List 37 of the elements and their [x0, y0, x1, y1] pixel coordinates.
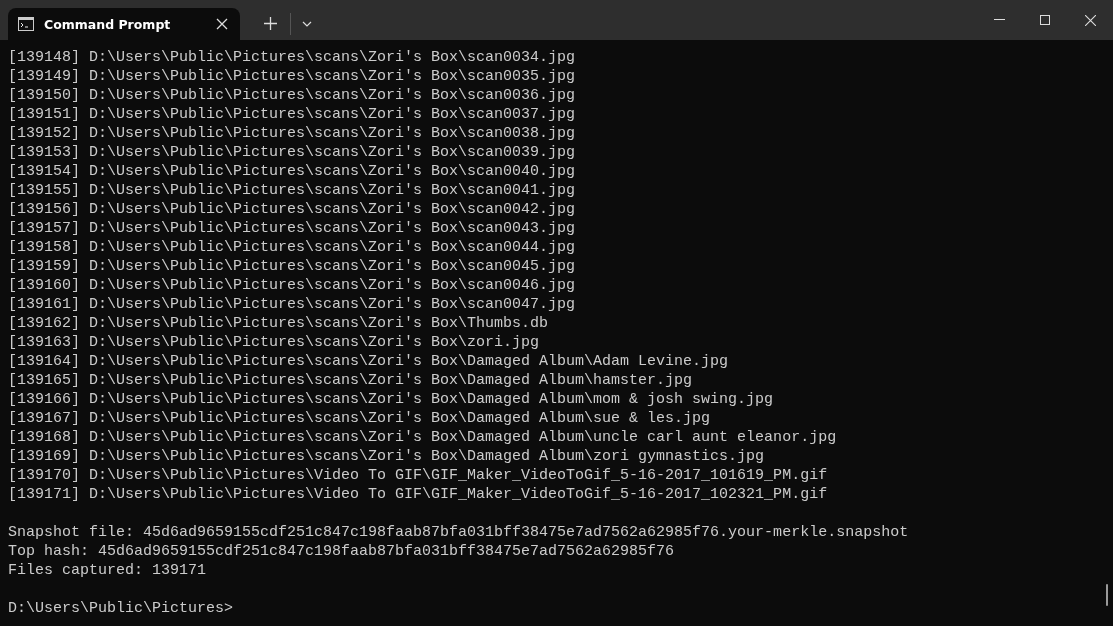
output-line: Files captured: 139171	[8, 561, 207, 580]
close-tab-icon[interactable]	[216, 18, 228, 30]
scrollbar-thumb[interactable]	[1106, 584, 1108, 606]
output-line: [139159] D:\Users\Public\Pictures\scans\Zori's Box\scan0045.jpg	[8, 257, 576, 276]
command-prompt: D:\Users\Public\Pictures>	[8, 599, 234, 618]
output-line: [139170] D:\Users\Public\Pictures\Video To GIF\GIF_Maker_VideoToGif_5-16-2017_101619_PM.gif	[8, 466, 828, 485]
close-icon[interactable]	[1085, 15, 1096, 26]
output-line: [139156] D:\Users\Public\Pictures\scans\Zori's Box\scan0042.jpg	[8, 200, 576, 219]
command-prompt-icon	[18, 17, 34, 31]
output-line: [139166] D:\Users\Public\Pictures\scans\Zori's Box\Damaged Album\mom & josh swing.jpg	[8, 390, 774, 409]
maximize-icon[interactable]	[1040, 15, 1050, 25]
output-line: [139162] D:\Users\Public\Pictures\scans\Zori's Box\Thumbs.db	[8, 314, 549, 333]
output-line: [139155] D:\Users\Public\Pictures\scans\Zori's Box\scan0041.jpg	[8, 181, 576, 200]
output-line: [139150] D:\Users\Public\Pictures\scans\Zori's Box\scan0036.jpg	[8, 86, 576, 105]
dropdown-icon[interactable]	[302, 21, 312, 27]
output-line: [139171] D:\Users\Public\Pictures\Video To GIF\GIF_Maker_VideoToGif_5-16-2017_102321_PM.gif	[8, 485, 828, 504]
output-line: [139165] D:\Users\Public\Pictures\scans\Zori's Box\Damaged Album\hamster.jpg	[8, 371, 693, 390]
output-line: Top hash: 45d6ad9659155cdf251c847c198faab87bfa031bff38475e7ad7562a62985f76	[8, 542, 675, 561]
output-line: [139168] D:\Users\Public\Pictures\scans\Zori's Box\Damaged Album\uncle carl aunt eleanor.jpg	[8, 428, 837, 447]
output-line: [139164] D:\Users\Public\Pictures\scans\Zori's Box\Damaged Album\Adam Levine.jpg	[8, 352, 729, 371]
tab-title: Command Prompt	[44, 16, 172, 32]
output-line: [139154] D:\Users\Public\Pictures\scans\Zori's Box\scan0040.jpg	[8, 162, 576, 181]
output-line: [139163] D:\Users\Public\Pictures\scans\Zori's Box\zori.jpg	[8, 333, 540, 352]
output-line: [139161] D:\Users\Public\Pictures\scans\Zori's Box\scan0047.jpg	[8, 295, 576, 314]
new-tab-icon[interactable]	[264, 17, 277, 30]
output-line: [139152] D:\Users\Public\Pictures\scans\Zori's Box\scan0038.jpg	[8, 124, 576, 143]
output-line: [139153] D:\Users\Public\Pictures\scans\Zori's Box\scan0039.jpg	[8, 143, 576, 162]
terminal-tab[interactable]: Command Prompt	[8, 8, 240, 40]
output-line: [139169] D:\Users\Public\Pictures\scans\Zori's Box\Damaged Album\zori gymnastics.jpg	[8, 447, 765, 466]
output-line: [139148] D:\Users\Public\Pictures\scans\Zori's Box\scan0034.jpg	[8, 48, 576, 67]
output-line: [139160] D:\Users\Public\Pictures\scans\Zori's Box\scan0046.jpg	[8, 276, 576, 295]
output-line: [139149] D:\Users\Public\Pictures\scans\Zori's Box\scan0035.jpg	[8, 67, 576, 86]
output-line: [139157] D:\Users\Public\Pictures\scans\Zori's Box\scan0043.jpg	[8, 219, 576, 238]
output-line: [139151] D:\Users\Public\Pictures\scans\Zori's Box\scan0037.jpg	[8, 105, 576, 124]
output-line: [139158] D:\Users\Public\Pictures\scans\Zori's Box\scan0044.jpg	[8, 238, 576, 257]
output-line: [139167] D:\Users\Public\Pictures\scans\Zori's Box\Damaged Album\sue & les.jpg	[8, 409, 711, 428]
output-line: Snapshot file: 45d6ad9659155cdf251c847c198faab87bfa031bff38475e7ad7562a62985f76.your-merkle.snapshot	[8, 523, 909, 542]
